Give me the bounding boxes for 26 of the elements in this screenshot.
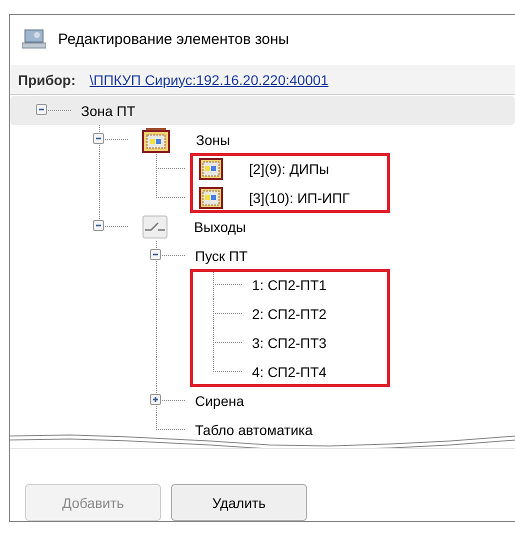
collapse-icon[interactable] <box>150 249 161 260</box>
zone-folder-icon <box>142 126 170 153</box>
device-label: Прибор: <box>18 72 76 88</box>
collapse-icon[interactable] <box>93 220 104 232</box>
tree-item[interactable]: 1: СП2-ПТ1 <box>252 276 327 293</box>
tree-item[interactable]: Сирена <box>195 392 244 409</box>
delete-button[interactable]: Удалить <box>171 484 307 521</box>
tree-item[interactable]: Пуск ПТ <box>195 248 248 264</box>
expand-icon[interactable] <box>150 394 161 406</box>
tree-item[interactable]: 2: СП2-ПТ2 <box>252 306 327 322</box>
tree-item[interactable]: Выходы <box>194 218 246 235</box>
tree-item[interactable]: Зона ПТ <box>81 102 136 119</box>
switch-icon <box>142 214 168 239</box>
computer-icon <box>22 29 46 50</box>
zone-icon <box>199 186 223 209</box>
tree-item[interactable]: Табло автоматика <box>195 422 313 438</box>
tree-item[interactable]: Зоны <box>196 132 230 148</box>
tree-item[interactable]: 3: СП2-ПТ3 <box>252 334 327 351</box>
tree-item[interactable]: 4: СП2-ПТ4 <box>252 364 327 380</box>
collapse-icon[interactable] <box>36 104 47 116</box>
tree-item[interactable]: [3](10): ИП-ИПГ <box>249 190 350 206</box>
device-link[interactable]: \ППКУП Сириус:192.16.20.220:40001 <box>90 72 328 88</box>
zone-icon <box>199 158 223 180</box>
collapse-icon[interactable] <box>93 133 104 144</box>
tree-item[interactable]: [2](9): ДИПы <box>249 160 330 177</box>
window-title: Редактирование элементов зоны <box>58 30 290 48</box>
